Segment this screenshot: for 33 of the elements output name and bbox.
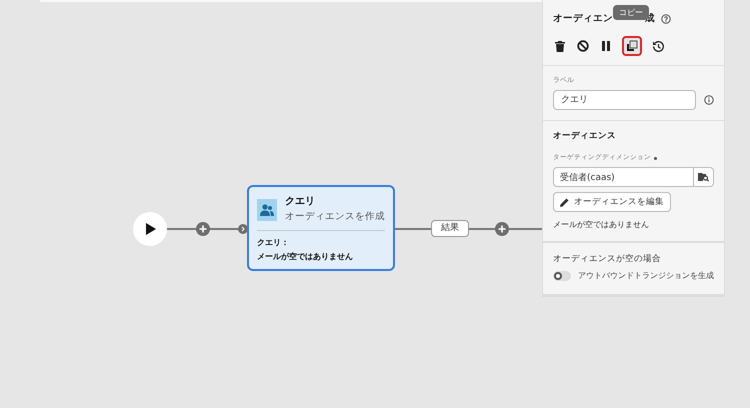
label-field[interactable]: クエリ	[553, 90, 696, 110]
blocked-icon	[577, 40, 589, 52]
dimension-field[interactable]: 受信者(caas)	[553, 167, 694, 187]
transition-label: 結果	[431, 220, 469, 237]
activity-detail-value: メールが空ではありません	[256, 251, 354, 263]
activity-detail-label: クエリ：	[256, 237, 290, 249]
add-icon[interactable]	[196, 222, 210, 236]
start-node[interactable]	[133, 212, 167, 246]
toggle-label: アウトバウンドトランジションを生成	[578, 270, 714, 282]
pencil-icon	[560, 198, 569, 206]
toolbar-button[interactable]	[622, 36, 642, 56]
section-heading: オーディエンスが空の場合	[553, 253, 662, 266]
toggle-switch[interactable]	[553, 270, 571, 281]
history-icon	[652, 40, 664, 52]
play-icon	[144, 223, 156, 235]
browse-button[interactable]	[694, 167, 714, 187]
copy-icon	[626, 40, 638, 52]
info-icon[interactable]	[704, 94, 714, 104]
audience-summary: メールが空ではありません	[553, 219, 650, 231]
trash-icon	[554, 40, 566, 52]
activity-node[interactable]: クエリ オーディエンスを作成 クエリ： メールが空ではありません	[247, 185, 395, 271]
folder-search-icon	[698, 172, 710, 182]
pause-icon	[600, 40, 612, 52]
add-icon[interactable]	[495, 222, 509, 236]
edit-audience-button[interactable]: オーディエンスを編集	[553, 192, 671, 212]
activity-subtitle: オーディエンスを作成	[285, 210, 385, 224]
help-icon[interactable]	[661, 14, 671, 24]
required-icon	[654, 156, 657, 160]
activity-title: クエリ	[285, 195, 316, 209]
panel-title: オーディエン	[553, 12, 613, 26]
tooltip: コピー	[613, 5, 649, 20]
audience-icon	[257, 199, 277, 221]
section-heading: オーディエンス	[553, 130, 617, 142]
